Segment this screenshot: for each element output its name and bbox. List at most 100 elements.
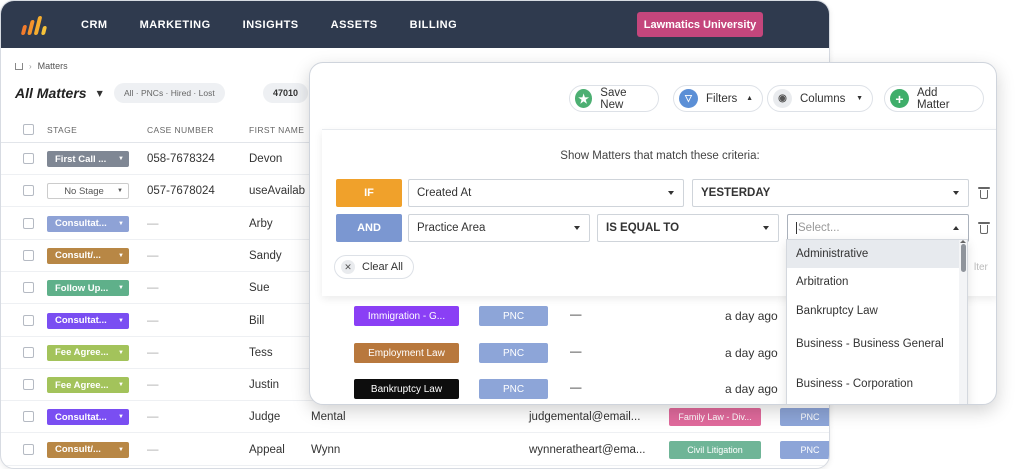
- table-row[interactable]: Consultat... ▼ — Judge Mental judgemental@ema…: [1, 401, 829, 434]
- stage-badge[interactable]: Consultat... ▼: [47, 409, 129, 426]
- delete-condition-icon[interactable]: [978, 187, 990, 199]
- filter-field-select[interactable]: Practice Area: [408, 214, 590, 242]
- case-number-cell: —: [147, 217, 159, 230]
- filter-value-select[interactable]: YESTERDAY: [692, 179, 969, 207]
- breadcrumb: › Matters: [15, 61, 68, 71]
- dropdown-option[interactable]: Business - Corporation: [787, 370, 959, 398]
- filter-field-select[interactable]: Created At: [408, 179, 684, 207]
- column-header-first-name[interactable]: FIRST NAME: [249, 125, 304, 135]
- row-checkbox[interactable]: [23, 249, 34, 261]
- lawmatics-university-button[interactable]: Lawmatics University: [637, 12, 763, 37]
- filter-comparator-select[interactable]: IS EQUAL TO: [597, 214, 779, 242]
- stage-label: First Call ...: [55, 153, 107, 165]
- add-matter-button[interactable]: + Add Matter: [884, 85, 984, 112]
- nav-assets[interactable]: ASSETS: [331, 19, 378, 31]
- chevron-down-icon: ▼: [118, 317, 124, 324]
- breadcrumb-separator-icon: ›: [29, 61, 32, 71]
- page-title[interactable]: All Matters: [15, 85, 87, 101]
- case-number-cell: —: [147, 411, 159, 424]
- first-name-cell: Tess: [249, 346, 273, 359]
- scroll-up-icon[interactable]: [960, 240, 966, 243]
- stage-label: Fee Agree...: [55, 347, 109, 359]
- lawmatics-logo-icon[interactable]: [19, 11, 48, 39]
- dropdown-scrollbar[interactable]: [959, 240, 967, 404]
- practice-area-tag: Family Law - Div...: [669, 408, 761, 427]
- chevron-down-icon: ▼: [856, 95, 863, 102]
- row-checkbox[interactable]: [23, 185, 34, 197]
- case-number-cell: —: [147, 443, 159, 456]
- empty-cell: —: [570, 346, 582, 358]
- filter-value-select[interactable]: Select...: [787, 214, 969, 242]
- filters-button[interactable]: ▽ Filters ▲: [673, 85, 763, 112]
- stage-badge[interactable]: Consult/... ▼: [47, 441, 129, 458]
- nav-marketing[interactable]: MARKETING: [140, 19, 211, 31]
- stage-badge[interactable]: Fee Agree... ▼: [47, 377, 129, 394]
- case-number-cell: —: [147, 379, 159, 392]
- row-checkbox[interactable]: [23, 346, 34, 358]
- nav-insights[interactable]: INSIGHTS: [243, 19, 299, 31]
- row-checkbox[interactable]: [23, 443, 34, 455]
- dropdown-option[interactable]: Business - Business General: [787, 328, 959, 360]
- stage-label: Consult/...: [55, 250, 101, 262]
- row-checkbox[interactable]: [23, 411, 34, 423]
- segment-filter-pill[interactable]: All · PNCs · Hired · Lost: [114, 83, 225, 103]
- nav-crm[interactable]: CRM: [81, 19, 108, 31]
- stage-badge[interactable]: Consultat... ▼: [47, 312, 129, 329]
- delete-condition-icon[interactable]: [978, 222, 990, 234]
- dropdown-option[interactable]: Administrative: [787, 240, 959, 268]
- if-operator-button[interactable]: IF: [336, 179, 402, 207]
- apply-filter-partial-label[interactable]: lter: [974, 262, 988, 273]
- save-new-button[interactable]: ★ Save New: [569, 85, 659, 112]
- and-operator-button[interactable]: AND: [336, 214, 402, 242]
- stage-badge[interactable]: First Call ... ▼: [47, 151, 129, 167]
- add-matter-label: Add Matter: [916, 86, 950, 111]
- nav-billing[interactable]: BILLING: [410, 19, 458, 31]
- filter-comparator-value: IS EQUAL TO: [606, 222, 680, 234]
- chevron-down-icon[interactable]: ▼: [97, 89, 103, 98]
- stage-badge[interactable]: Consult/... ▼: [47, 247, 129, 264]
- dropdown-option[interactable]: Bankruptcy Law: [787, 297, 959, 325]
- row-checkbox[interactable]: [23, 379, 34, 391]
- scrollbar-thumb[interactable]: [961, 244, 966, 272]
- case-number-cell: —: [147, 314, 159, 327]
- stage-badge[interactable]: Fee Agree... ▼: [47, 344, 129, 361]
- select-all-checkbox[interactable]: [23, 124, 34, 135]
- row-checkbox[interactable]: [23, 153, 34, 164]
- stage-label: Consult/...: [55, 444, 101, 456]
- column-header-stage[interactable]: STAGE: [47, 125, 77, 135]
- row-checkbox[interactable]: [23, 314, 34, 326]
- top-navigation: CRM MARKETING INSIGHTS ASSETS BILLING La…: [1, 1, 829, 48]
- chevron-up-icon: [953, 226, 959, 230]
- star-icon: ★: [575, 89, 593, 108]
- first-name-cell: Bill: [249, 314, 265, 327]
- case-number-cell: —: [147, 346, 159, 359]
- breadcrumb-matters[interactable]: Matters: [38, 61, 68, 71]
- criteria-heading: Show Matters that match these criteria:: [560, 150, 760, 162]
- first-name-cell: Arby: [249, 217, 273, 230]
- stage-badge[interactable]: Follow Up... ▼: [47, 280, 129, 297]
- stage-badge[interactable]: No Stage ▼: [47, 183, 129, 200]
- updated-time: a day ago: [725, 309, 778, 323]
- last-name-cell: Wynn: [311, 443, 341, 456]
- columns-button[interactable]: ◉ Columns ▼: [767, 85, 873, 112]
- dropdown-option[interactable]: Arbitration: [787, 268, 959, 296]
- row-checkbox[interactable]: [23, 217, 34, 229]
- stage-label: Consultat...: [55, 315, 107, 326]
- practice-area-tag: Civil Litigation: [669, 440, 761, 459]
- filter-value-placeholder[interactable]: Select...: [796, 222, 840, 234]
- filter-field-value: Created At: [417, 187, 472, 199]
- clear-all-label: Clear All: [362, 261, 403, 273]
- first-name-cell: Sue: [249, 282, 270, 295]
- funnel-icon: ▽: [679, 89, 698, 108]
- row-checkbox[interactable]: [23, 282, 34, 294]
- stage-badge[interactable]: Consultat... ▼: [47, 215, 129, 232]
- home-icon[interactable]: [15, 62, 23, 70]
- column-header-case-number[interactable]: CASE NUMBER: [147, 125, 214, 135]
- case-number-cell: —: [147, 249, 159, 262]
- list-title-row[interactable]: All Matters ▼: [15, 85, 103, 101]
- chevron-down-icon: [668, 191, 674, 195]
- updated-time: a day ago: [725, 346, 778, 360]
- table-row[interactable]: Consult/... ▼ — Appeal Wynn wynneratheart@ema…: [1, 434, 829, 466]
- practice-area-dropdown: Administrative Arbitration Bankruptcy La…: [786, 239, 968, 404]
- clear-all-button[interactable]: ✕ Clear All: [334, 255, 414, 279]
